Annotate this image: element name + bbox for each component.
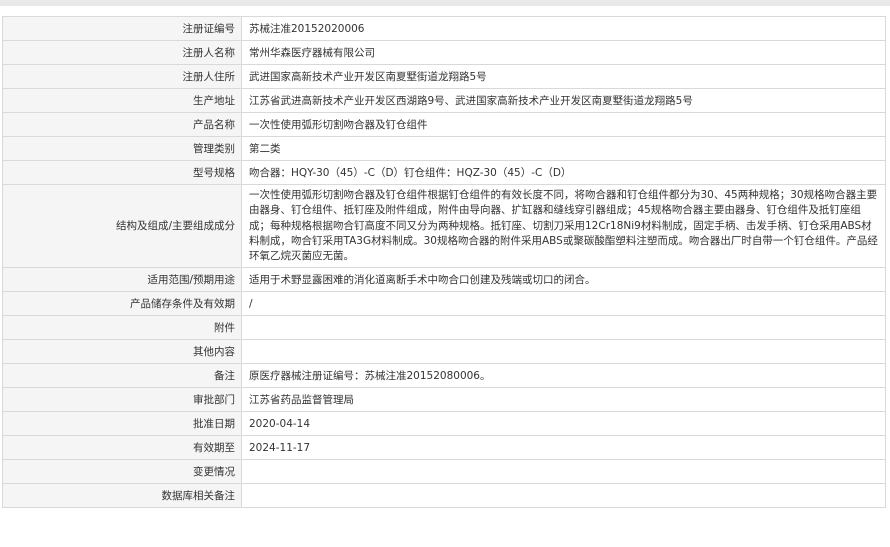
- field-value: 适用于术野显露困难的消化道离断手术中吻合口创建及残端或切口的闭合。: [241, 267, 886, 293]
- table-row: 其他内容: [2, 339, 886, 365]
- field-label: 注册人住所: [2, 64, 242, 89]
- field-label: 变更情况: [2, 459, 242, 485]
- field-label: 产品储存条件及有效期: [2, 291, 242, 317]
- field-label: 型号规格: [2, 160, 242, 185]
- field-label: 批准日期: [2, 411, 242, 437]
- table-row: 产品名称 一次性使用弧形切割吻合器及钉仓组件: [2, 112, 886, 137]
- field-value: /: [241, 291, 886, 317]
- registration-info-table: 注册证编号 苏械注准20152020006 注册人名称 常州华森医疗器械有限公司…: [2, 16, 886, 509]
- table-row: 注册证编号 苏械注准20152020006: [2, 16, 886, 41]
- table-row: 变更情况: [2, 459, 886, 485]
- field-label: 生产地址: [2, 88, 242, 113]
- table-row: 管理类别 第二类: [2, 136, 886, 161]
- table-row: 生产地址 江苏省武进高新技术产业开发区西湖路9号、武进国家高新技术产业开发区南夏…: [2, 88, 886, 113]
- table-row: 型号规格 吻合器：HQY-30（45）-C（D）钉仓组件：HQZ-30（45）-…: [2, 160, 886, 185]
- table-row: 适用范围/预期用途 适用于术野显露困难的消化道离断手术中吻合口创建及残端或切口的…: [2, 267, 886, 293]
- field-value: 一次性使用弧形切割吻合器及钉仓组件根据钉仓组件的有效长度不同，将吻合器和钉仓组件…: [241, 183, 886, 269]
- table-row: 注册人住所 武进国家高新技术产业开发区南夏墅街道龙翔路5号: [2, 64, 886, 89]
- field-label: 数据库相关备注: [2, 483, 242, 509]
- field-label: 适用范围/预期用途: [2, 267, 242, 293]
- field-value: 苏械注准20152020006: [241, 16, 886, 41]
- table-row: 审批部门 江苏省药品监督管理局: [2, 387, 886, 413]
- table-row: 注册人名称 常州华森医疗器械有限公司: [2, 40, 886, 65]
- field-value: [241, 315, 886, 341]
- table-row: 备注 原医疗器械注册证编号：苏械注准20152080006。: [2, 363, 886, 389]
- field-label: 管理类别: [2, 136, 242, 161]
- field-value: 2024-11-17: [241, 435, 886, 461]
- table-row: 有效期至 2024-11-17: [2, 435, 886, 461]
- field-value: 一次性使用弧形切割吻合器及钉仓组件: [241, 112, 886, 137]
- field-label: 其他内容: [2, 339, 242, 365]
- field-label: 注册证编号: [2, 16, 242, 41]
- table-row: 结构及组成/主要组成成分 一次性使用弧形切割吻合器及钉仓组件根据钉仓组件的有效长…: [2, 183, 886, 269]
- field-label: 有效期至: [2, 435, 242, 461]
- field-label: 备注: [2, 363, 242, 389]
- table-row: 产品储存条件及有效期 /: [2, 291, 886, 317]
- field-value: [241, 339, 886, 365]
- field-value: [241, 483, 886, 509]
- field-value: 江苏省药品监督管理局: [241, 387, 886, 413]
- field-value: 2020-04-14: [241, 411, 886, 437]
- field-value: [241, 459, 886, 485]
- field-value: 武进国家高新技术产业开发区南夏墅街道龙翔路5号: [241, 64, 886, 89]
- field-label: 产品名称: [2, 112, 242, 137]
- field-value: 常州华森医疗器械有限公司: [241, 40, 886, 65]
- field-value: 原医疗器械注册证编号：苏械注准20152080006。: [241, 363, 886, 389]
- field-label: 注册人名称: [2, 40, 242, 65]
- field-label: 审批部门: [2, 387, 242, 413]
- registration-info-panel: 注册证编号 苏械注准20152020006 注册人名称 常州华森医疗器械有限公司…: [2, 16, 886, 509]
- table-row: 批准日期 2020-04-14: [2, 411, 886, 437]
- table-row: 附件: [2, 315, 886, 341]
- field-label: 附件: [2, 315, 242, 341]
- table-row: 数据库相关备注: [2, 483, 886, 509]
- field-value: 第二类: [241, 136, 886, 161]
- field-value: 吻合器：HQY-30（45）-C（D）钉仓组件：HQZ-30（45）-C（D）: [241, 160, 886, 185]
- top-bar: [0, 0, 890, 6]
- field-value: 江苏省武进高新技术产业开发区西湖路9号、武进国家高新技术产业开发区南夏墅街道龙翔…: [241, 88, 886, 113]
- field-label: 结构及组成/主要组成成分: [2, 183, 242, 269]
